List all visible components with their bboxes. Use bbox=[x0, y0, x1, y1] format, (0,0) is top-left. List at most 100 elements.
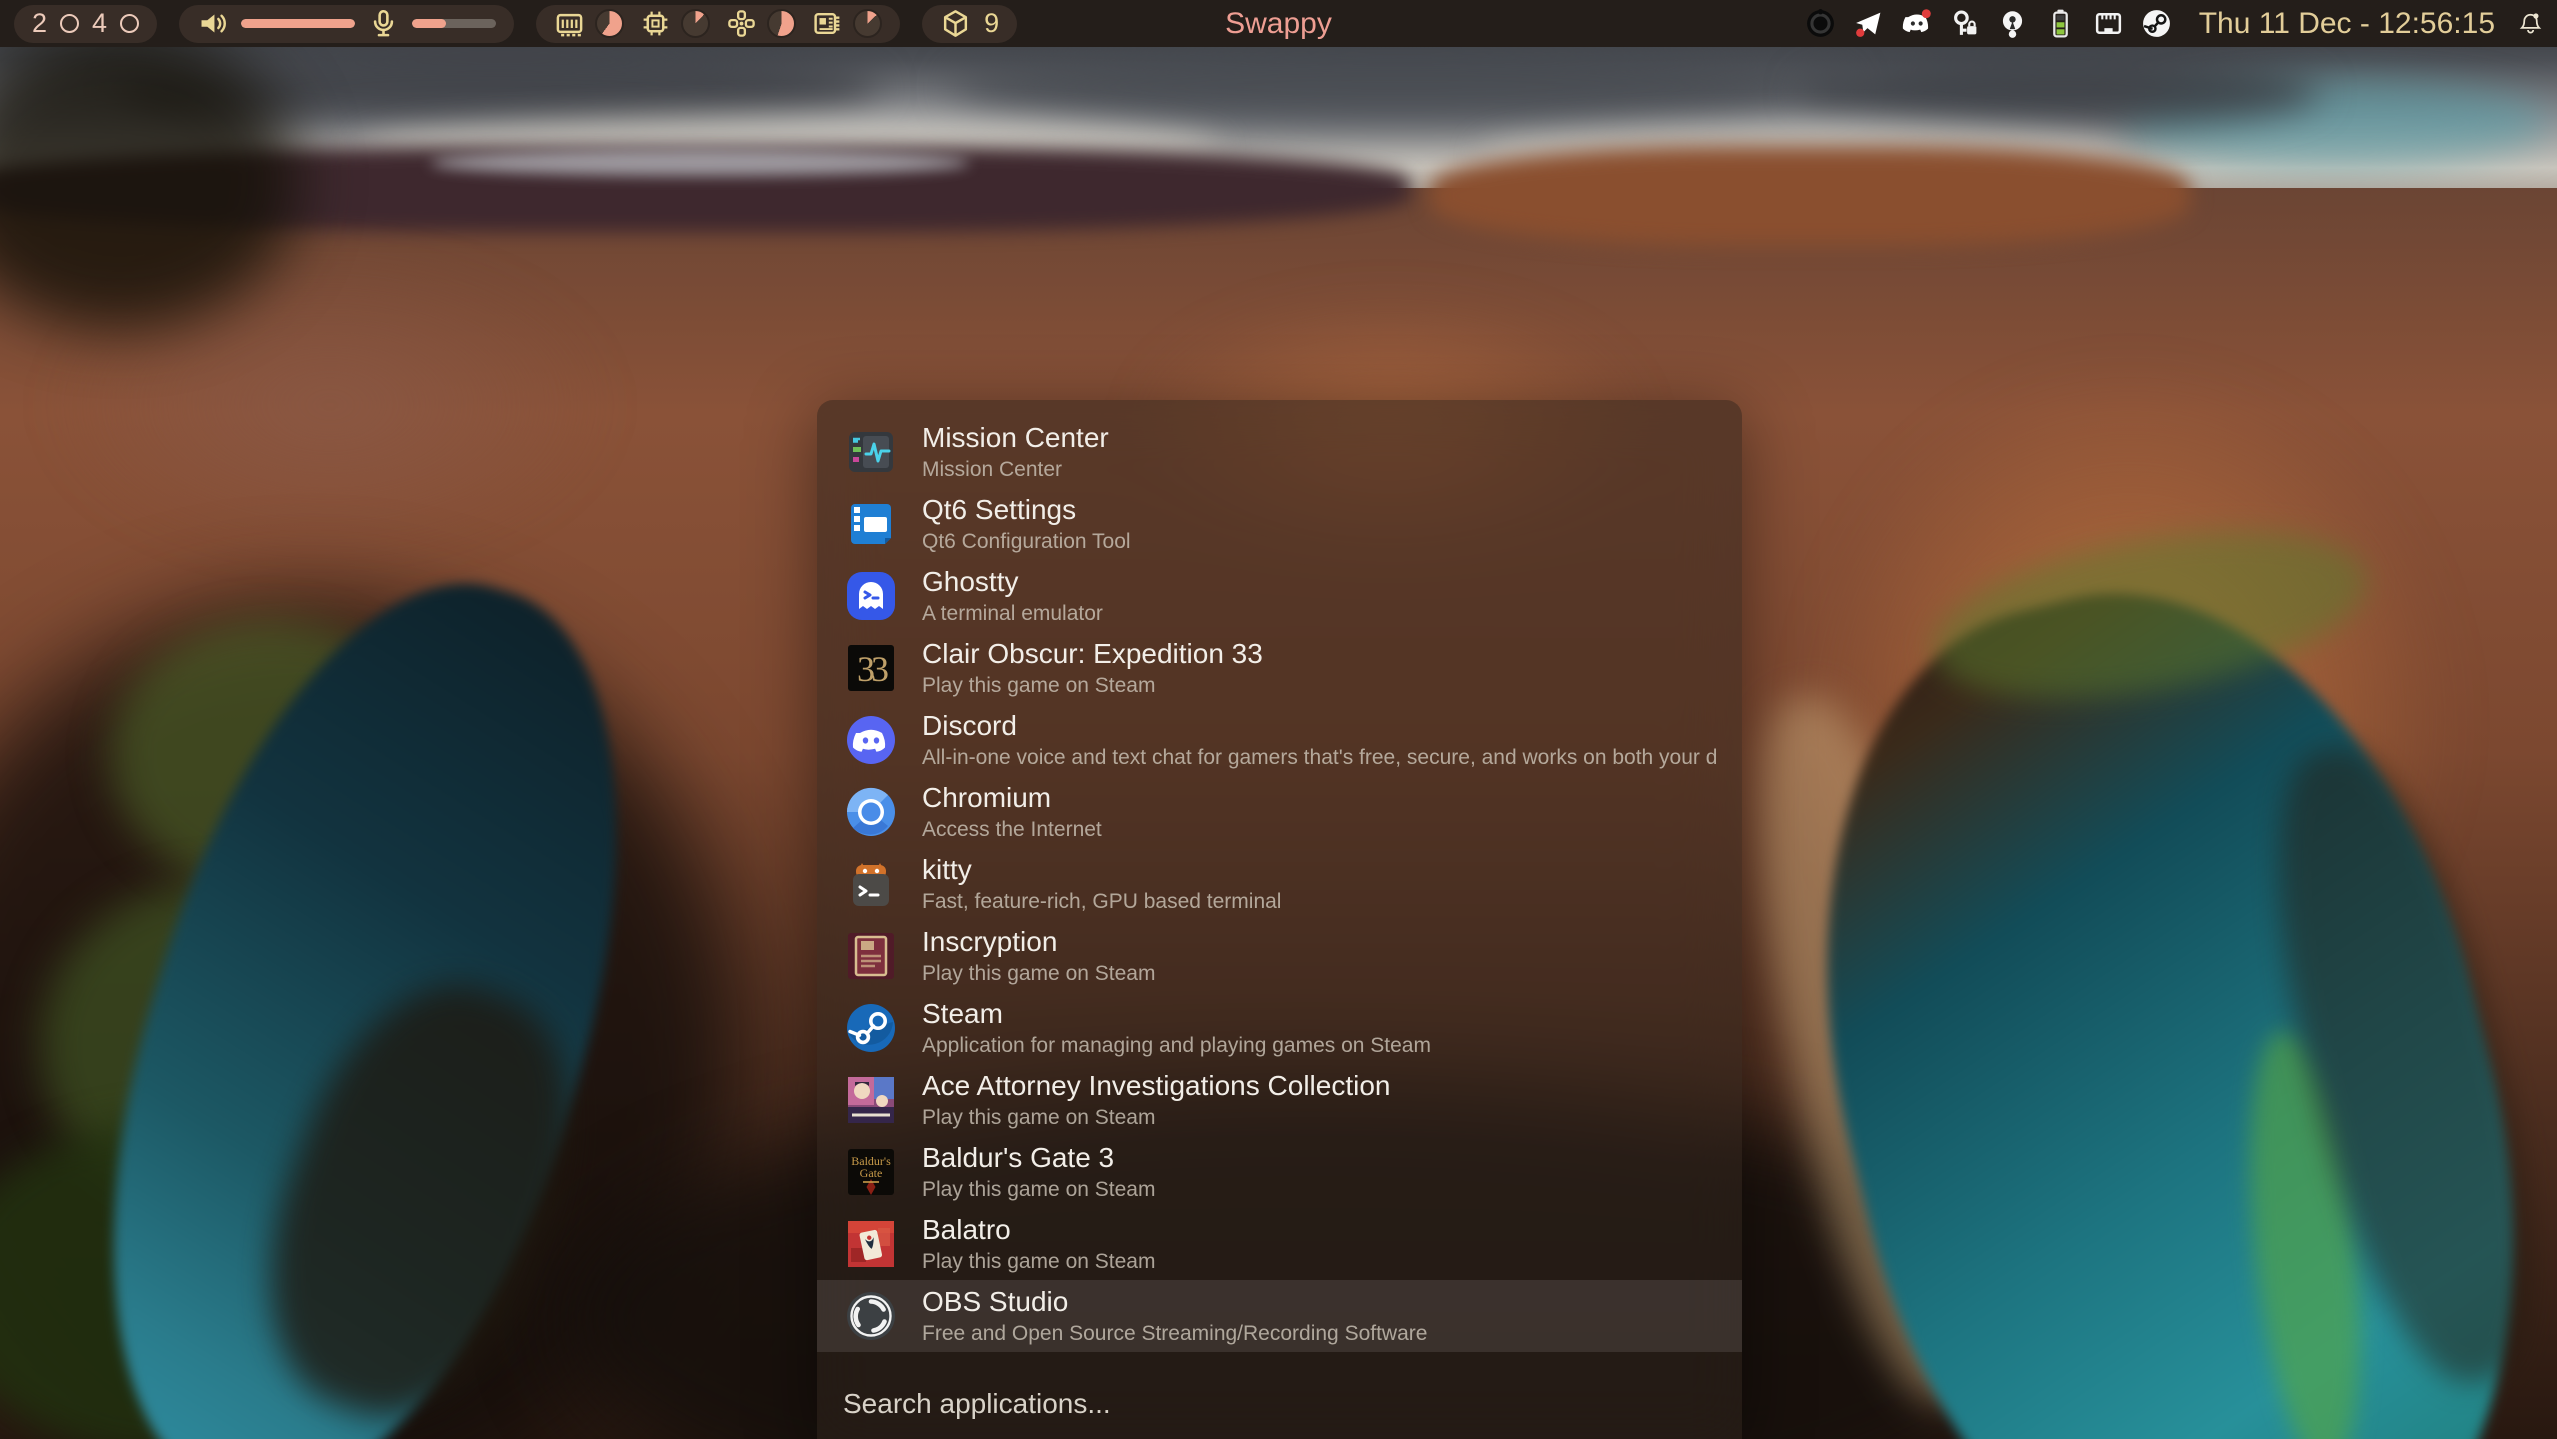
top-bar: 24 9 Swappy Thu 11 Dec - 12:56:15 bbox=[0, 0, 2557, 47]
workspace-2[interactable]: 2 bbox=[32, 10, 47, 37]
app-title: Steam bbox=[922, 998, 1431, 1029]
launcher-item[interactable]: kitty Fast, feature-rich, GPU based term… bbox=[817, 848, 1742, 920]
discord-icon bbox=[843, 712, 899, 768]
app-text: Chromium Access the Internet bbox=[922, 782, 1102, 842]
app-description: Fast, feature-rich, GPU based terminal bbox=[922, 890, 1281, 914]
launcher-item[interactable]: Steam Application for managing and playi… bbox=[817, 992, 1742, 1064]
volume-slider[interactable] bbox=[241, 19, 355, 28]
discord-tray-icon[interactable] bbox=[1901, 8, 1932, 39]
app-description: All-in-one voice and text chat for gamer… bbox=[922, 746, 1716, 770]
app-title: kitty bbox=[922, 854, 1281, 885]
ram-meter[interactable] bbox=[554, 8, 624, 39]
telegram-icon[interactable] bbox=[1853, 8, 1884, 39]
app-title: Clair Obscur: Expedition 33 bbox=[922, 638, 1263, 669]
launcher-item[interactable]: 33 Clair Obscur: Expedition 33 Play this… bbox=[817, 632, 1742, 704]
app-title: Ace Attorney Investigations Collection bbox=[922, 1070, 1390, 1101]
network-icon[interactable] bbox=[2093, 8, 2124, 39]
steam-tray-icon[interactable] bbox=[2141, 8, 2172, 39]
app-description: Mission Center bbox=[922, 458, 1109, 482]
launcher-item[interactable]: Chromium Access the Internet bbox=[817, 776, 1742, 848]
workspace-indicator[interactable]: 24 bbox=[14, 5, 157, 43]
cpu-icon bbox=[640, 8, 671, 39]
system-tray: Thu 11 Dec - 12:56:15 bbox=[1805, 7, 2543, 41]
ghostty-icon bbox=[843, 568, 899, 624]
app-description: Play this game on Steam bbox=[922, 1250, 1155, 1274]
speaker-icon[interactable] bbox=[197, 8, 228, 39]
launcher-item[interactable]: Qt6 Settings Qt6 Configuration Tool bbox=[817, 488, 1742, 560]
launcher-item[interactable]: OBS Studio Free and Open Source Streamin… bbox=[817, 1280, 1742, 1352]
app-text: OBS Studio Free and Open Source Streamin… bbox=[922, 1286, 1427, 1346]
app-title: Qt6 Settings bbox=[922, 494, 1131, 525]
ram-usage-pie bbox=[595, 9, 624, 38]
launcher-item[interactable]: Mission Center Mission Center bbox=[817, 416, 1742, 488]
app-title: Chromium bbox=[922, 782, 1102, 813]
obs-studio-icon bbox=[843, 1288, 899, 1344]
launcher-item[interactable]: Inscryption Play this game on Steam bbox=[817, 920, 1742, 992]
cpu-meter[interactable] bbox=[640, 8, 710, 39]
mic-slider[interactable] bbox=[412, 19, 496, 28]
app-launcher: Mission Center Mission Center Qt6 Settin… bbox=[817, 400, 1742, 1439]
battery-icon[interactable] bbox=[2045, 8, 2076, 39]
app-text: kitty Fast, feature-rich, GPU based term… bbox=[922, 854, 1281, 914]
steam-icon bbox=[843, 1000, 899, 1056]
wallpaper-ridge-snow bbox=[430, 150, 970, 176]
launcher-item[interactable]: Ghostty A terminal emulator bbox=[817, 560, 1742, 632]
svg-text:33: 33 bbox=[857, 649, 888, 689]
microphone-icon[interactable] bbox=[368, 8, 399, 39]
gpu-meter[interactable] bbox=[726, 8, 796, 39]
inscryption-icon bbox=[843, 928, 899, 984]
app-title: Discord bbox=[922, 710, 1716, 741]
launcher-item[interactable]: Discord All-in-one voice and text chat f… bbox=[817, 704, 1742, 776]
workspace-empty-dot[interactable] bbox=[120, 14, 139, 33]
app-description: Play this game on Steam bbox=[922, 1106, 1390, 1130]
app-text: Baldur's Gate 3 Play this game on Steam bbox=[922, 1142, 1155, 1202]
app-text: Discord All-in-one voice and text chat f… bbox=[922, 710, 1716, 770]
bell-icon[interactable] bbox=[2518, 11, 2543, 36]
app-description: Play this game on Steam bbox=[922, 962, 1155, 986]
package-icon bbox=[940, 8, 971, 39]
app-text: Ghostty A terminal emulator bbox=[922, 566, 1103, 626]
clair-obscur-icon: 33 bbox=[843, 640, 899, 696]
keepassxc-icon[interactable] bbox=[1949, 8, 1980, 39]
mission-center-icon bbox=[843, 424, 899, 480]
ace-attorney-icon bbox=[843, 1072, 899, 1128]
top-bar-left: 24 9 bbox=[14, 5, 1017, 43]
vram-meter[interactable] bbox=[812, 8, 882, 39]
vram-icon bbox=[812, 8, 843, 39]
gpu-usage-pie bbox=[767, 9, 796, 38]
app-text: Mission Center Mission Center bbox=[922, 422, 1109, 482]
kitty-icon bbox=[843, 856, 899, 912]
clock[interactable]: Thu 11 Dec - 12:56:15 bbox=[2199, 7, 2495, 41]
launcher-item[interactable]: Balatro Play this game on Steam bbox=[817, 1208, 1742, 1280]
system-monitor-pill[interactable] bbox=[536, 5, 900, 43]
app-description: Free and Open Source Streaming/Recording… bbox=[922, 1322, 1427, 1346]
app-description: Play this game on Steam bbox=[922, 1178, 1155, 1202]
launcher-item[interactable]: Baldur'sGate Baldur's Gate 3 Play this g… bbox=[817, 1136, 1742, 1208]
updates-pill[interactable]: 9 bbox=[922, 5, 1017, 43]
workspace-empty-dot[interactable] bbox=[60, 14, 79, 33]
app-description: A terminal emulator bbox=[922, 602, 1103, 626]
app-title: Inscryption bbox=[922, 926, 1155, 957]
app-description: Qt6 Configuration Tool bbox=[922, 530, 1131, 554]
vram-usage-pie bbox=[853, 9, 882, 38]
updates-count: 9 bbox=[984, 8, 999, 39]
steelseries-icon[interactable] bbox=[1805, 8, 1836, 39]
audio-pill bbox=[179, 5, 514, 43]
app-text: Steam Application for managing and playi… bbox=[922, 998, 1431, 1058]
app-text: Qt6 Settings Qt6 Configuration Tool bbox=[922, 494, 1131, 554]
app-title: OBS Studio bbox=[922, 1286, 1427, 1317]
chromium-icon bbox=[843, 784, 899, 840]
svg-text:Gate: Gate bbox=[860, 1166, 883, 1180]
app-description: Play this game on Steam bbox=[922, 674, 1263, 698]
keyring-icon[interactable] bbox=[1997, 8, 2028, 39]
app-title: Balatro bbox=[922, 1214, 1155, 1245]
wallpaper-cloud bbox=[950, 44, 1850, 130]
search-input[interactable]: Search applications... bbox=[817, 1352, 1742, 1420]
workspace-4[interactable]: 4 bbox=[92, 10, 107, 37]
app-title: Mission Center bbox=[922, 422, 1109, 453]
app-description: Application for managing and playing gam… bbox=[922, 1034, 1431, 1058]
baldurs-gate-3-icon: Baldur'sGate bbox=[843, 1144, 899, 1200]
launcher-item[interactable]: Ace Attorney Investigations Collection P… bbox=[817, 1064, 1742, 1136]
app-title: Baldur's Gate 3 bbox=[922, 1142, 1155, 1173]
qt6-settings-icon bbox=[843, 496, 899, 552]
